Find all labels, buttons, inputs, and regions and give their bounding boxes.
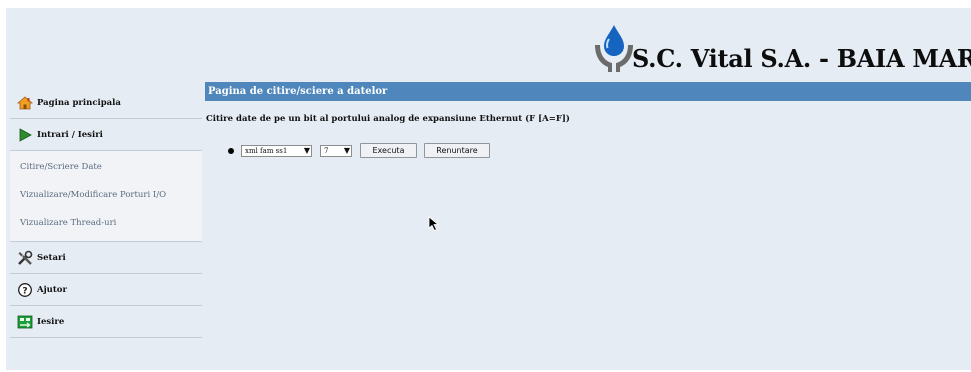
mouse-cursor-icon (428, 216, 440, 232)
home-icon (17, 95, 33, 109)
sidebar: Pagina principala Intrari / Iesiri Citir… (10, 87, 202, 338)
tools-icon (18, 250, 33, 265)
chevron-down-icon: ▼ (303, 145, 310, 155)
company-name: S.C. Vital S.A. - BAIA MARE (632, 44, 971, 73)
sidebar-item-label: Ajutor (37, 284, 67, 295)
radio-button[interactable] (228, 147, 234, 154)
sidebar-item-label: Setari (37, 252, 66, 263)
main-content: Pagina de citire/sciere a datelor Citire… (205, 82, 971, 158)
header: S.C. Vital S.A. - BAIA MARE (6, 8, 971, 80)
sidebar-item-label: Intrari / Iesiri (37, 129, 103, 140)
play-arrow-icon (19, 127, 32, 142)
water-drop-hands-logo (595, 25, 633, 72)
port-select[interactable]: xml fam ss1 ▼ (241, 144, 312, 157)
section-heading: Citire date de pe un bit al portului ana… (206, 114, 570, 124)
bit-select[interactable]: 7 ▼ (320, 144, 352, 157)
port-select-value: xml fam ss1 (245, 146, 288, 155)
bit-select-value: 7 (324, 146, 329, 155)
form-row: xml fam ss1 ▼ 7 ▼ Executa Renuntare (228, 143, 497, 158)
chevron-down-icon: ▼ (343, 145, 350, 155)
sidebar-item-ajutor[interactable]: ? Ajutor (10, 274, 202, 306)
submenu-item-vizualizare-thread-uri[interactable]: Vizualizare Thread-uri (10, 209, 202, 237)
exit-icon (17, 315, 33, 328)
submenu-item-vizualizare-porturi[interactable]: Vizualizare/Modificare Porturi I/O (10, 181, 202, 209)
submenu-item-citire-scriere-date[interactable]: Citire/Scriere Date (10, 153, 202, 181)
sidebar-item-setari[interactable]: Setari (10, 242, 202, 274)
svg-text:?: ? (22, 286, 27, 296)
sidebar-item-label: Iesire (37, 316, 65, 327)
execute-button[interactable]: Executa (360, 143, 417, 158)
sidebar-item-pagina-principala[interactable]: Pagina principala (10, 87, 202, 119)
help-icon: ? (18, 282, 32, 297)
submenu-panel: Citire/Scriere Date Vizualizare/Modifica… (10, 151, 202, 242)
page: S.C. Vital S.A. - BAIA MARE Pagina princ… (6, 8, 971, 370)
cancel-button[interactable]: Renuntare (424, 143, 490, 158)
page-title: Pagina de citire/sciere a datelor (205, 82, 971, 101)
sidebar-item-intrari-iesiri[interactable]: Intrari / Iesiri (10, 119, 202, 151)
sidebar-item-label: Pagina principala (37, 97, 121, 108)
sidebar-item-iesire[interactable]: Iesire (10, 306, 202, 338)
